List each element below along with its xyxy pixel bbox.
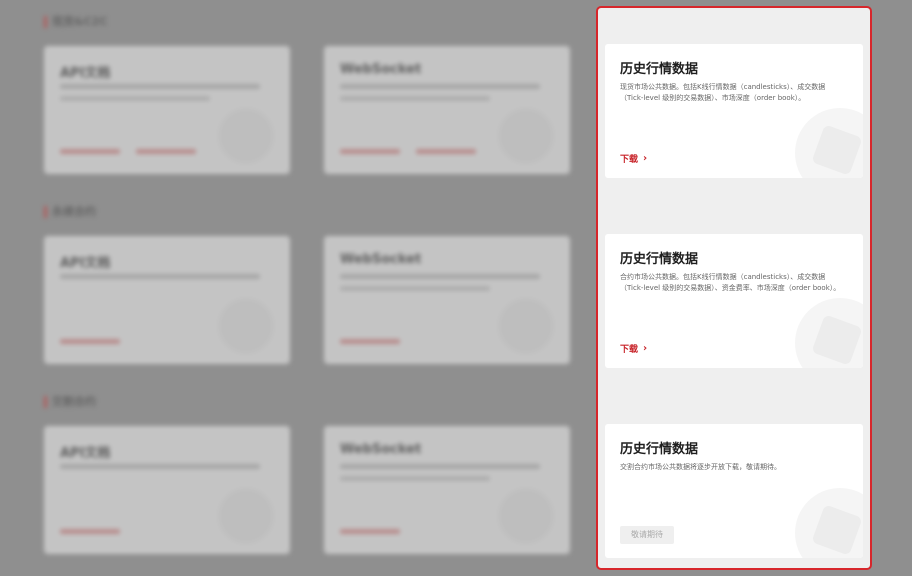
bg-card-desc bbox=[340, 96, 490, 101]
bg-card-link[interactable] bbox=[60, 529, 120, 534]
watermark-icon bbox=[498, 488, 554, 544]
bg-section-title: 永续合约 bbox=[44, 206, 96, 218]
bg-section-swap: 永续合约 bbox=[44, 206, 96, 218]
watermark-logo-icon bbox=[795, 298, 863, 368]
download-label[interactable]: 下载 bbox=[620, 152, 638, 165]
bg-card-link[interactable] bbox=[416, 149, 476, 154]
bg-card-link[interactable] bbox=[340, 149, 400, 154]
historical-data-panel: 历史行情数据 现货市场公共数据。包括K线行情数据（candlesticks）、成… bbox=[596, 6, 872, 570]
bg-card-api[interactable]: API文档 bbox=[44, 236, 290, 364]
bg-card-title: API文档 bbox=[60, 66, 111, 81]
historical-data-card-swap: 历史行情数据 合约市场公共数据。包括K线行情数据（candlesticks）、成… bbox=[605, 234, 863, 368]
chevron-right-icon: › bbox=[643, 343, 648, 354]
card-title: 历史行情数据 bbox=[620, 62, 699, 77]
bg-card-websocket[interactable]: WebSocket bbox=[324, 236, 570, 364]
bg-card-desc bbox=[60, 96, 210, 101]
watermark-icon bbox=[498, 108, 554, 164]
bg-section-title: 现货&C2C bbox=[44, 16, 107, 28]
bg-section-title: 交割合约 bbox=[44, 396, 96, 408]
bg-card-link[interactable] bbox=[136, 149, 196, 154]
bg-card-desc bbox=[340, 476, 490, 481]
bg-card-desc bbox=[60, 464, 260, 469]
bg-card-desc bbox=[60, 84, 260, 89]
watermark-icon bbox=[218, 298, 274, 354]
download-link[interactable]: 下载 › bbox=[620, 342, 647, 355]
card-title: 历史行情数据 bbox=[620, 252, 699, 267]
download-label[interactable]: 下载 bbox=[620, 342, 638, 355]
watermark-icon bbox=[218, 108, 274, 164]
card-title: 历史行情数据 bbox=[620, 442, 699, 457]
card-description: 合约市场公共数据。包括K线行情数据（candlesticks）、成交数据（Tic… bbox=[620, 273, 841, 292]
watermark-icon bbox=[218, 488, 274, 544]
bg-card-desc bbox=[340, 274, 540, 279]
bg-card-title: API文档 bbox=[60, 256, 111, 271]
coming-soon-button: 敬请期待 bbox=[620, 526, 674, 544]
watermark-logo-icon bbox=[795, 488, 863, 558]
chevron-right-icon: › bbox=[643, 153, 648, 164]
bg-card-desc bbox=[340, 84, 540, 89]
bg-card-title: WebSocket bbox=[340, 252, 422, 267]
card-description: 现货市场公共数据。包括K线行情数据（candlesticks）、成交数据（Tic… bbox=[620, 83, 826, 102]
bg-card-desc bbox=[60, 274, 260, 279]
historical-data-card-spot: 历史行情数据 现货市场公共数据。包括K线行情数据（candlesticks）、成… bbox=[605, 44, 863, 178]
watermark-icon bbox=[498, 298, 554, 354]
bg-card-title: WebSocket bbox=[340, 62, 422, 77]
bg-card-link[interactable] bbox=[340, 339, 400, 344]
bg-card-api[interactable]: API文档 bbox=[44, 426, 290, 554]
bg-card-websocket[interactable]: WebSocket bbox=[324, 46, 570, 174]
download-link[interactable]: 下载 › bbox=[620, 152, 647, 165]
bg-card-title: API文档 bbox=[60, 446, 111, 461]
bg-section-spot: 现货&C2C bbox=[44, 16, 107, 28]
bg-card-websocket[interactable]: WebSocket bbox=[324, 426, 570, 554]
bg-section-futures: 交割合约 bbox=[44, 396, 96, 408]
historical-data-card-futures: 历史行情数据 交割合约市场公共数据将逐步开放下载，敬请期待。 敬请期待 bbox=[605, 424, 863, 558]
bg-card-api[interactable]: API文档 bbox=[44, 46, 290, 174]
bg-card-link[interactable] bbox=[60, 149, 120, 154]
bg-card-desc bbox=[340, 286, 490, 291]
bg-card-desc bbox=[340, 464, 540, 469]
bg-card-title: WebSocket bbox=[340, 442, 422, 457]
watermark-logo-icon bbox=[795, 108, 863, 178]
bg-card-link[interactable] bbox=[340, 529, 400, 534]
card-description: 交割合约市场公共数据将逐步开放下载，敬请期待。 bbox=[620, 463, 781, 471]
bg-card-link[interactable] bbox=[60, 339, 120, 344]
